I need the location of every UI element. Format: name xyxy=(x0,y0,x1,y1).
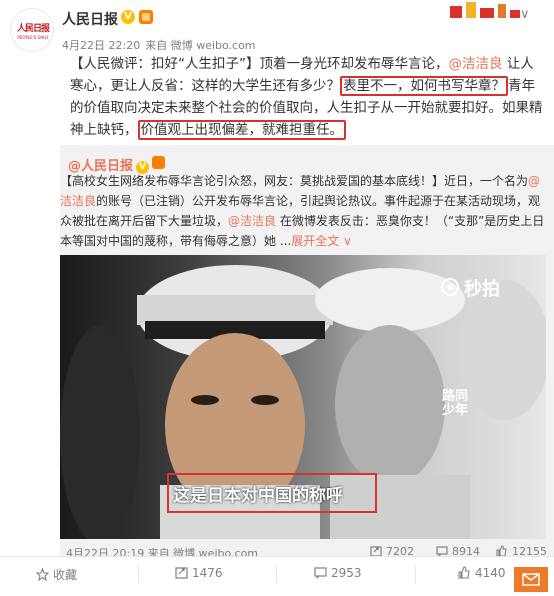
mention-link[interactable]: @洁洁良 xyxy=(228,214,276,228)
post-menu-chevron-icon[interactable]: ∨ xyxy=(520,7,530,22)
org-badge-icon[interactable] xyxy=(139,10,153,24)
post-meta: 4月22日 22:20 来自 微博 weibo.com xyxy=(62,37,261,53)
star-icon xyxy=(36,568,49,581)
divider xyxy=(276,565,277,583)
post-user-name[interactable]: 人民日报 xyxy=(62,9,118,29)
avatar-logo: 人民日报 xyxy=(16,24,50,34)
comment-button[interactable]: 2953 xyxy=(314,566,362,580)
video-watermark: 秒拍 xyxy=(440,275,500,301)
divider xyxy=(138,565,139,583)
message-button[interactable] xyxy=(514,567,548,592)
video-player[interactable]: 秒拍 路同少年 这是日本对中国的称呼 xyxy=(60,255,546,539)
forward-icon xyxy=(175,567,188,579)
avatar[interactable]: 人民日报 PEOPLE'S DAILY xyxy=(10,8,54,52)
post-text: 【人民微评：扣好“人生扣子”】顶着一身光环却发布辱华言论，@洁洁良 让人寒心，更… xyxy=(70,56,543,140)
post-time[interactable]: 4月22日 22:20 xyxy=(62,39,140,52)
repost-card: @人民日报 V 【高校女生网络发布辱华言论引众怒，网友：莫挑战爱国的基本底线！】近… xyxy=(60,145,554,582)
avatar-logo-sub: PEOPLE'S DAILY xyxy=(17,35,49,40)
post-source[interactable]: 来自 微博 weibo.com xyxy=(145,39,255,52)
video-subtitle: 这是日本对中国的称呼 xyxy=(173,486,343,506)
envelope-icon xyxy=(522,573,540,586)
mention-link[interactable]: @洁洁良 xyxy=(449,56,503,72)
divider xyxy=(415,565,416,583)
favorite-button[interactable]: 收藏 xyxy=(36,566,77,583)
thumbs-up-icon xyxy=(458,566,470,579)
highlight-box-2: 价值观上出现偏差，就难担重任。 xyxy=(137,120,346,140)
camera-icon xyxy=(441,278,459,296)
action-bar: 收藏 1476 2953 4140 xyxy=(0,556,554,593)
repost-text: 【高校女生网络发布辱华言论引众怒，网友：莫挑战爱国的基本底线！】近日，一个名为@… xyxy=(60,174,545,248)
like-button[interactable]: 4140 xyxy=(458,566,506,580)
verified-badge-icon[interactable]: V xyxy=(121,10,135,24)
comment-icon xyxy=(314,567,327,579)
highlight-box-1: 表里不一，如何书写华章？ xyxy=(340,76,508,96)
forward-button[interactable]: 1476 xyxy=(175,566,223,580)
video-side-caption: 路同少年 xyxy=(442,389,469,418)
expand-full-text-link[interactable]: 展开全文 ∨ xyxy=(291,234,352,248)
org-badge-icon xyxy=(152,156,166,169)
